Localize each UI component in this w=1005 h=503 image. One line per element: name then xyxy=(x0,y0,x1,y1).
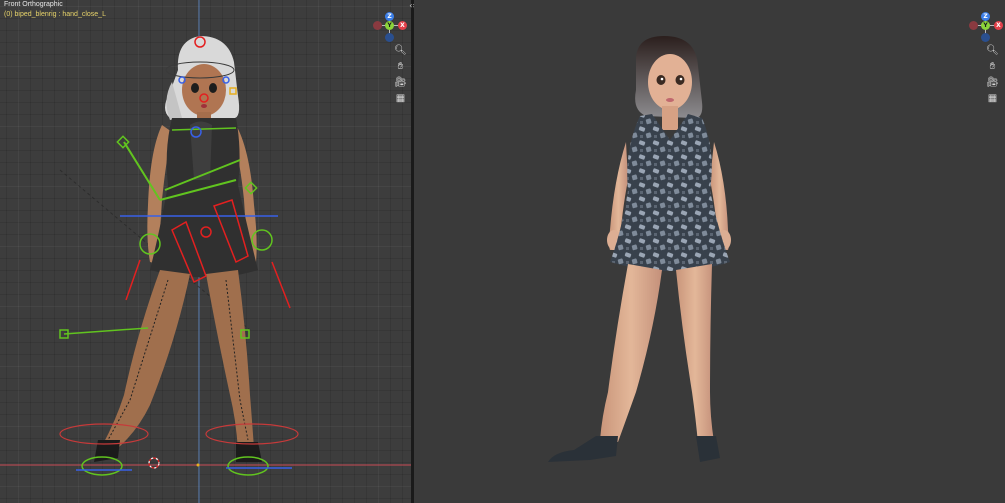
character-mesh xyxy=(94,36,262,462)
view-name: Front Orthographic xyxy=(4,1,63,8)
neg-x-axis-handle[interactable] xyxy=(969,21,978,30)
viewport-header-info: Front Orthographic (0) biped_blenrig : h… xyxy=(4,0,106,20)
rendered-character-scene[interactable] xyxy=(414,0,1005,503)
character-render xyxy=(548,36,731,462)
navigation-gizmo[interactable]: Z Y X xyxy=(369,12,409,42)
hand-pan-icon[interactable]: ✋︎ xyxy=(394,60,407,73)
z-axis-handle[interactable]: Z xyxy=(981,12,990,21)
rigged-character-scene[interactable] xyxy=(0,0,411,503)
zoom-icon[interactable]: 🔍︎ xyxy=(986,44,999,57)
left-3d-viewport[interactable]: Front Orthographic (0) biped_blenrig : h… xyxy=(0,0,411,503)
hand-pan-icon[interactable]: ✋︎ xyxy=(986,60,999,73)
grid-icon[interactable]: ▦ xyxy=(394,92,407,105)
active-object-name: (0) biped_blenrig : hand_close_L xyxy=(4,11,106,18)
camera-icon[interactable]: 🎥︎ xyxy=(986,76,999,89)
viewport-navigation-tools: 🔍︎ ✋︎ 🎥︎ ▦ xyxy=(394,44,408,108)
3d-cursor xyxy=(148,457,160,469)
zoom-icon[interactable]: 🔍︎ xyxy=(394,44,407,57)
x-axis-handle[interactable]: X xyxy=(398,21,407,30)
origin-point xyxy=(196,463,200,467)
y-axis-handle[interactable]: Y xyxy=(981,21,990,30)
blender-window: Front Orthographic (0) biped_blenrig : h… xyxy=(0,0,1005,503)
right-3d-viewport[interactable]: Z Y X 🔍︎ ✋︎ 🎥︎ ▦ xyxy=(414,0,1005,503)
navigation-gizmo-right[interactable]: Z Y X xyxy=(965,12,1005,42)
neg-z-axis-handle[interactable] xyxy=(981,33,990,42)
grid-icon[interactable]: ▦ xyxy=(986,92,999,105)
neg-z-axis-handle[interactable] xyxy=(385,33,394,42)
z-axis-handle[interactable]: Z xyxy=(385,12,394,21)
camera-icon[interactable]: 🎥︎ xyxy=(394,76,407,89)
neg-x-axis-handle[interactable] xyxy=(373,21,382,30)
x-axis-handle[interactable]: X xyxy=(994,21,1003,30)
viewport-navigation-tools-right: 🔍︎ ✋︎ 🎥︎ ▦ xyxy=(986,44,1000,108)
y-axis-handle[interactable]: Y xyxy=(385,21,394,30)
